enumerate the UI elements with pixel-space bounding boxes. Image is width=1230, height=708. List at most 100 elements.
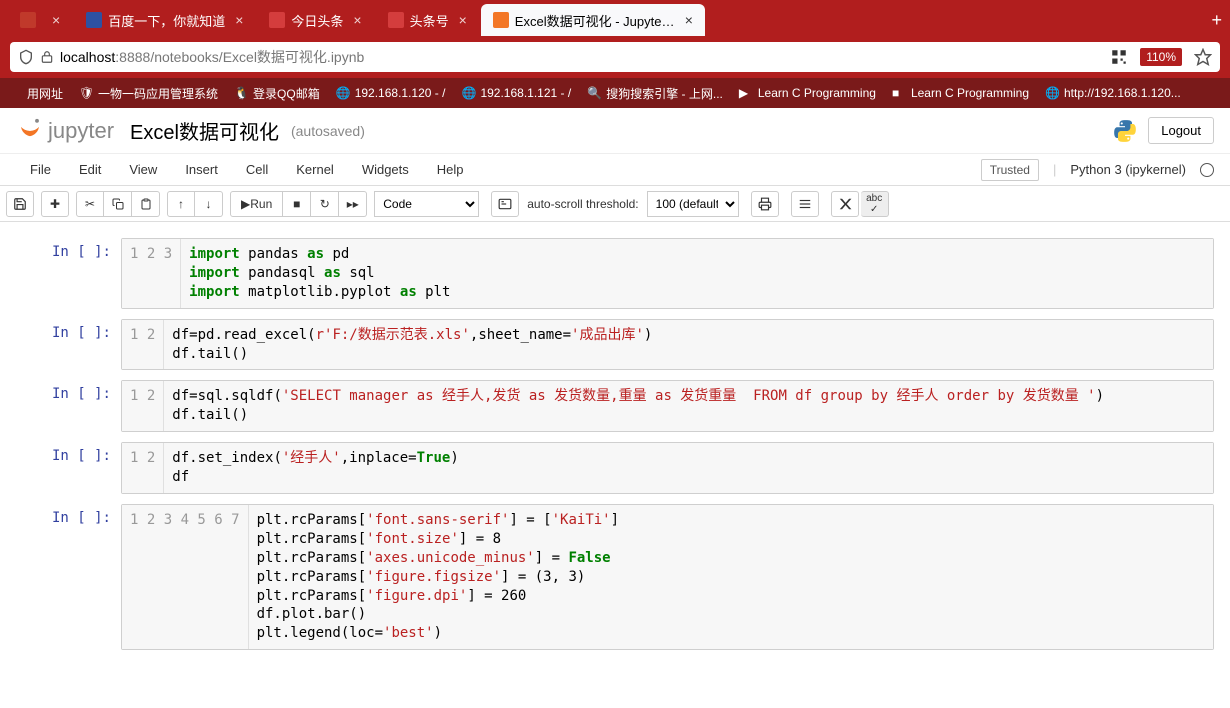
trusted-indicator[interactable]: Trusted [981, 159, 1039, 181]
copy-button[interactable] [104, 191, 132, 217]
tab-close-icon[interactable]: × [52, 12, 60, 28]
bookmark-item[interactable]: 🐧登录QQ邮箱 [234, 85, 320, 102]
bookmark-item[interactable]: 🔍搜狗搜索引擎 - 上网... [587, 85, 723, 102]
menubar: FileEditViewInsertCellKernelWidgetsHelp … [0, 154, 1230, 186]
bookmark-label: 一物一码应用管理系统 [98, 85, 218, 102]
insert-cell-button[interactable]: ✚ [41, 191, 69, 217]
bookmark-icon: 🛡 [79, 86, 93, 100]
jupyter-header: jupyter Excel数据可视化 (autosaved) Logout [0, 108, 1230, 154]
tab-close-icon[interactable]: × [459, 12, 467, 28]
code-cell[interactable]: In [ ]: 1 2 df=sql.sqldf('SELECT manager… [16, 380, 1214, 432]
browser-tab[interactable]: 百度一下，你就知道 × [74, 4, 255, 36]
browser-address-bar: localhost:8888/notebooks/Excel数据可视化.ipyn… [0, 40, 1230, 78]
browser-tab-strip: × 百度一下，你就知道 × 今日头条 × 头条号 × Excel数据可视化 - … [0, 0, 1230, 40]
toolbar: ✚ ✂ ↑ ↓ ▶ Run ■ ↻ ▸▸ Code auto-scroll th… [0, 186, 1230, 222]
code-editor[interactable]: df=sql.sqldf('SELECT manager as 经手人,发货 a… [164, 381, 1213, 431]
bookmark-star-icon[interactable] [1194, 48, 1212, 66]
bookmark-label: 登录QQ邮箱 [253, 85, 320, 102]
tab-favicon-icon [20, 12, 36, 28]
restart-run-all-button[interactable]: ▸▸ [339, 191, 367, 217]
tab-close-icon[interactable]: × [685, 12, 693, 28]
paste-button[interactable] [132, 191, 160, 217]
bookmark-item[interactable]: 用网址 [8, 85, 63, 102]
menu-help[interactable]: Help [423, 156, 478, 183]
save-button[interactable] [6, 191, 34, 217]
move-up-button[interactable]: ↑ [167, 191, 195, 217]
menu-edit[interactable]: Edit [65, 156, 115, 183]
bookmark-item[interactable]: 🌐192.168.1.120 - / [336, 86, 446, 100]
browser-tab[interactable]: Excel数据可视化 - Jupyter Not × [481, 4, 705, 36]
kernel-name[interactable]: Python 3 (ipykernel) [1070, 162, 1186, 177]
tab-title: 今日头条 [291, 11, 343, 30]
qr-icon[interactable] [1110, 48, 1128, 66]
restart-button[interactable]: ↻ [311, 191, 339, 217]
code-editor[interactable]: df.set_index('经手人',inplace=True) df [164, 443, 1213, 493]
command-palette-button[interactable] [491, 191, 519, 217]
variable-inspector-button[interactable] [831, 191, 859, 217]
browser-tab[interactable]: 头条号 × [376, 4, 479, 36]
toggle-toolbar-button[interactable] [791, 191, 819, 217]
bookmark-icon: 🌐 [461, 86, 475, 100]
notebook-container: In [ ]: 1 2 3 import pandas as pd import… [0, 222, 1230, 692]
bookmark-label: 搜狗搜索引擎 - 上网... [606, 85, 723, 102]
spellcheck-button[interactable]: abc✓ [861, 191, 889, 217]
tab-title: 头条号 [410, 11, 449, 30]
bookmark-item[interactable]: 🛡 一物一码应用管理系统 [79, 85, 218, 102]
code-cell[interactable]: In [ ]: 1 2 df=pd.read_excel(r'F:/数据示范表.… [16, 319, 1214, 371]
cell-prompt: In [ ]: [16, 442, 121, 494]
bookmark-item[interactable]: ▶Learn C Programming [739, 86, 876, 100]
cell-input-area[interactable]: 1 2 df.set_index('经手人',inplace=True) df [121, 442, 1214, 494]
logout-button[interactable]: Logout [1148, 117, 1214, 144]
kernel-status-icon [1200, 163, 1214, 177]
menu-cell[interactable]: Cell [232, 156, 282, 183]
bookmark-label: Learn C Programming [911, 86, 1029, 100]
tab-favicon-icon [493, 12, 509, 28]
menu-view[interactable]: View [115, 156, 171, 183]
cell-input-area[interactable]: 1 2 3 4 5 6 7 plt.rcParams['font.sans-se… [121, 504, 1214, 650]
tab-close-icon[interactable]: × [235, 12, 243, 28]
cut-button[interactable]: ✂ [76, 191, 104, 217]
bookmark-icon: ■ [892, 86, 906, 100]
code-editor[interactable]: plt.rcParams['font.sans-serif'] = ['KaiT… [249, 505, 1213, 649]
code-cell[interactable]: In [ ]: 1 2 df.set_index('经手人',inplace=T… [16, 442, 1214, 494]
menu-kernel[interactable]: Kernel [282, 156, 348, 183]
code-editor[interactable]: import pandas as pd import pandasql as s… [181, 239, 1213, 308]
code-editor[interactable]: df=pd.read_excel(r'F:/数据示范表.xls',sheet_n… [164, 320, 1213, 370]
tab-title: Excel数据可视化 - Jupyter Not [515, 11, 675, 30]
bookmark-icon: 🌐 [1045, 86, 1059, 100]
zoom-badge[interactable]: 110% [1140, 48, 1182, 66]
tab-close-icon[interactable]: × [353, 12, 361, 28]
line-gutter: 1 2 [122, 381, 164, 431]
new-tab-button[interactable]: + [1211, 10, 1222, 31]
autoscroll-select[interactable]: 100 (default) [647, 191, 739, 217]
move-down-button[interactable]: ↓ [195, 191, 223, 217]
autosaved-label: (autosaved) [291, 123, 365, 139]
print-button[interactable] [751, 191, 779, 217]
code-cell[interactable]: In [ ]: 1 2 3 4 5 6 7 plt.rcParams['font… [16, 504, 1214, 650]
bookmark-label: http://192.168.1.120... [1064, 86, 1181, 100]
cell-input-area[interactable]: 1 2 3 import pandas as pd import pandasq… [121, 238, 1214, 309]
cell-prompt: In [ ]: [16, 319, 121, 371]
notebook-name[interactable]: Excel数据可视化 [130, 116, 279, 145]
bookmark-item[interactable]: 🌐 http://192.168.1.120... [1045, 86, 1181, 100]
tab-title: 百度一下，你就知道 [108, 11, 225, 30]
browser-tab[interactable]: × [8, 4, 72, 36]
celltype-select[interactable]: Code [374, 191, 479, 217]
bookmark-label: 192.168.1.121 - / [480, 86, 571, 100]
code-cell[interactable]: In [ ]: 1 2 3 import pandas as pd import… [16, 238, 1214, 309]
cell-input-area[interactable]: 1 2 df=sql.sqldf('SELECT manager as 经手人,… [121, 380, 1214, 432]
bookmark-item[interactable]: ■ Learn C Programming [892, 86, 1029, 100]
url-box[interactable]: localhost:8888/notebooks/Excel数据可视化.ipyn… [10, 42, 1220, 72]
jupyter-logo-icon [16, 117, 44, 145]
menu-file[interactable]: File [16, 156, 65, 183]
menu-insert[interactable]: Insert [171, 156, 232, 183]
bookmark-item[interactable]: 🌐 192.168.1.121 - / [461, 86, 571, 100]
browser-tab[interactable]: 今日头条 × [257, 4, 373, 36]
url-text[interactable]: localhost:8888/notebooks/Excel数据可视化.ipyn… [60, 47, 1104, 67]
menu-widgets[interactable]: Widgets [348, 156, 423, 183]
run-button[interactable]: ▶ Run [230, 191, 283, 217]
cell-prompt: In [ ]: [16, 238, 121, 309]
interrupt-button[interactable]: ■ [283, 191, 311, 217]
jupyter-logo[interactable]: jupyter [16, 117, 114, 145]
cell-input-area[interactable]: 1 2 df=pd.read_excel(r'F:/数据示范表.xls',she… [121, 319, 1214, 371]
